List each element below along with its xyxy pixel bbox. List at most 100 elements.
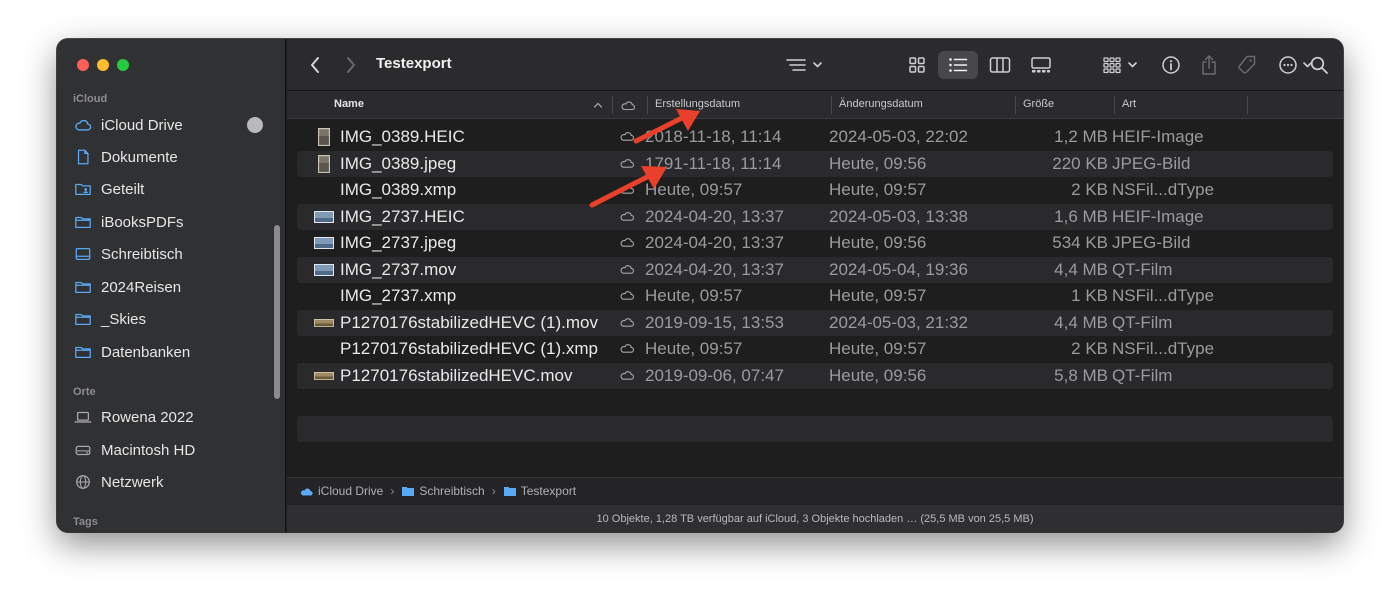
sort-chevron-up-icon [593,102,603,108]
file-name: IMG_0389.HEIC [340,127,465,146]
forward-button[interactable] [341,51,361,79]
file-row[interactable]: P1270176stabilizedHEVC (1).xmp Heute, 09:… [297,336,1333,362]
column-size-header[interactable]: Größe [1023,98,1054,110]
sidebar-item-label: Macintosh HD [101,441,196,459]
red-annotation-arrow [633,109,700,144]
column-name-header[interactable]: Name [334,98,364,110]
file-row[interactable]: IMG_0389.jpeg 1791-11-18, 11:14 Heute, 09:… [297,150,1333,177]
modified-cell: 2024-05-03, 13:38 [829,206,968,226]
sidebar-item-datenbanken[interactable]: Datenbanken [73,338,273,366]
column-divider[interactable] [831,96,832,114]
icloud-upload-status-icon [620,264,635,274]
finder-window: iCloud iCloud Drive Dokumente Geteilt iB… [57,39,1343,532]
icloud-upload-status-icon [620,317,635,327]
file-row[interactable]: IMG_2737.HEIC 2024-04-20, 13:37 2024-05-03… [297,203,1333,230]
column-modified-header[interactable]: Änderungsdatum [839,98,923,110]
folder-icon [73,342,93,362]
back-button[interactable] [305,51,325,79]
file-name: IMG_0389.xmp [340,180,457,199]
sidebar-item-macintosh-hd[interactable]: Macintosh HD [73,436,273,464]
arrange-grid-icon [1103,57,1137,74]
file-row[interactable]: IMG_0389.HEIC 2018-11-18, 11:14 2024-05-03… [297,124,1333,150]
breadcrumb-label: iCloud Drive [318,484,384,498]
chevron-left-icon [311,57,319,73]
file-row[interactable]: IMG_2737.mov 2024-04-20, 13:37 2024-05-04,… [297,256,1333,283]
column-divider[interactable] [1114,96,1115,114]
column-view-button[interactable] [984,51,1016,79]
file-row[interactable]: IMG_0389.xmp Heute, 09:57 Heute, 09:57 2 KB… [297,177,1333,203]
sidebar-item-dokumente[interactable]: Dokumente [73,143,273,171]
tag-button[interactable] [1233,51,1261,79]
share-icon [1202,55,1216,75]
sidebar-scrollbar[interactable] [274,225,280,399]
zoom-button[interactable] [117,59,129,71]
file-name: IMG_2737.HEIC [340,206,465,226]
file-row[interactable]: P1270176stabilizedHEVC.mov 2019-09-06, 07… [297,362,1333,389]
sidebar-item-schreibtisch[interactable]: Schreibtisch [73,240,273,268]
sidebar-item-2024reisen[interactable]: 2024Reisen [73,273,273,301]
grid-icon [909,57,925,73]
list-options-icon [786,59,822,71]
list-view-button[interactable] [938,51,978,79]
icon-view-button[interactable] [901,51,933,79]
window-title: Testexport [376,55,452,72]
size-cell: 2 KB [1071,339,1108,358]
file-thumbnail-icon [314,313,334,333]
size-cell: 534 KB [1052,233,1108,252]
kind-cell: JPEG-Bild [1112,153,1191,173]
sidebar-item-rowena[interactable]: Rowena 2022 [73,403,273,431]
file-row[interactable]: IMG_2737.xmp Heute, 09:57 Heute, 09:57 1 KB… [297,283,1333,309]
icloud-upload-status-icon [620,211,635,221]
sidebar-item-label: _Skies [101,310,147,328]
column-divider[interactable] [1247,96,1248,114]
info-button[interactable] [1157,51,1185,79]
column-kind-header[interactable]: Art [1122,98,1136,110]
sidebar-item-label: iCloud Drive [101,116,183,134]
file-name: P1270176stabilizedHEVC (1).xmp [340,339,598,358]
globe-icon [73,472,93,492]
sidebar: iCloud iCloud Drive Dokumente Geteilt iB… [57,39,286,532]
kind-cell: HEIF-Image [1112,206,1204,226]
close-button[interactable] [77,59,89,71]
column-divider[interactable] [612,96,613,114]
file-row[interactable]: IMG_2737.jpeg 2024-04-20, 13:37 Heute, 09:… [297,230,1333,256]
column-divider[interactable] [1015,96,1016,114]
modified-cell: 2024-05-03, 21:32 [829,312,968,332]
share-button[interactable] [1195,51,1223,79]
modified-cell: Heute, 09:56 [829,365,927,385]
size-cell: 1,6 MB [1054,206,1108,226]
icloud-upload-status-icon [620,291,635,300]
breadcrumb-schreibtisch[interactable]: Schreibtisch [401,484,485,498]
sidebar-item-ibookspdfs[interactable]: iBooksPDFs [73,208,273,236]
window-controls [77,59,129,71]
sidebar-item-netzwerk[interactable]: Netzwerk [73,468,273,496]
file-row[interactable]: P1270176stabilizedHEVC (1).mov 2019-09-15… [297,309,1333,336]
breadcrumb-icloud-drive[interactable]: iCloud Drive [299,484,383,498]
arrange-button[interactable] [1101,51,1143,79]
document-icon [73,147,93,167]
sidebar-item-geteilt[interactable]: Geteilt [73,175,273,203]
search-button[interactable] [1305,51,1333,79]
group-by-button[interactable] [783,51,827,79]
disk-icon [73,440,93,460]
file-thumbnail-icon [314,127,334,147]
modified-cell: 2024-05-03, 22:02 [829,127,968,146]
sidebar-item-label: iBooksPDFs [101,213,184,231]
file-thumbnail-icon [314,260,334,280]
size-cell: 4,4 MB [1054,259,1108,279]
search-icon [1310,56,1328,74]
kind-cell: QT-Film [1112,259,1173,279]
chevron-right-icon [347,57,355,73]
gallery-icon [1031,57,1051,73]
sidebar-item-label: 2024Reisen [101,278,182,296]
sidebar-item-label: Netzwerk [101,473,164,491]
minimize-button[interactable] [97,59,109,71]
breadcrumb-testexport[interactable]: Testexport [503,484,576,498]
gallery-view-button[interactable] [1025,51,1057,79]
kind-cell: HEIF-Image [1112,127,1204,146]
size-cell: 4,4 MB [1054,312,1108,332]
created-cell: 2019-09-15, 13:53 [645,312,784,332]
sidebar-item-skies[interactable]: _Skies [73,305,273,333]
list-icon [949,58,968,72]
sidebar-item-icloud-drive[interactable]: iCloud Drive [73,111,273,139]
